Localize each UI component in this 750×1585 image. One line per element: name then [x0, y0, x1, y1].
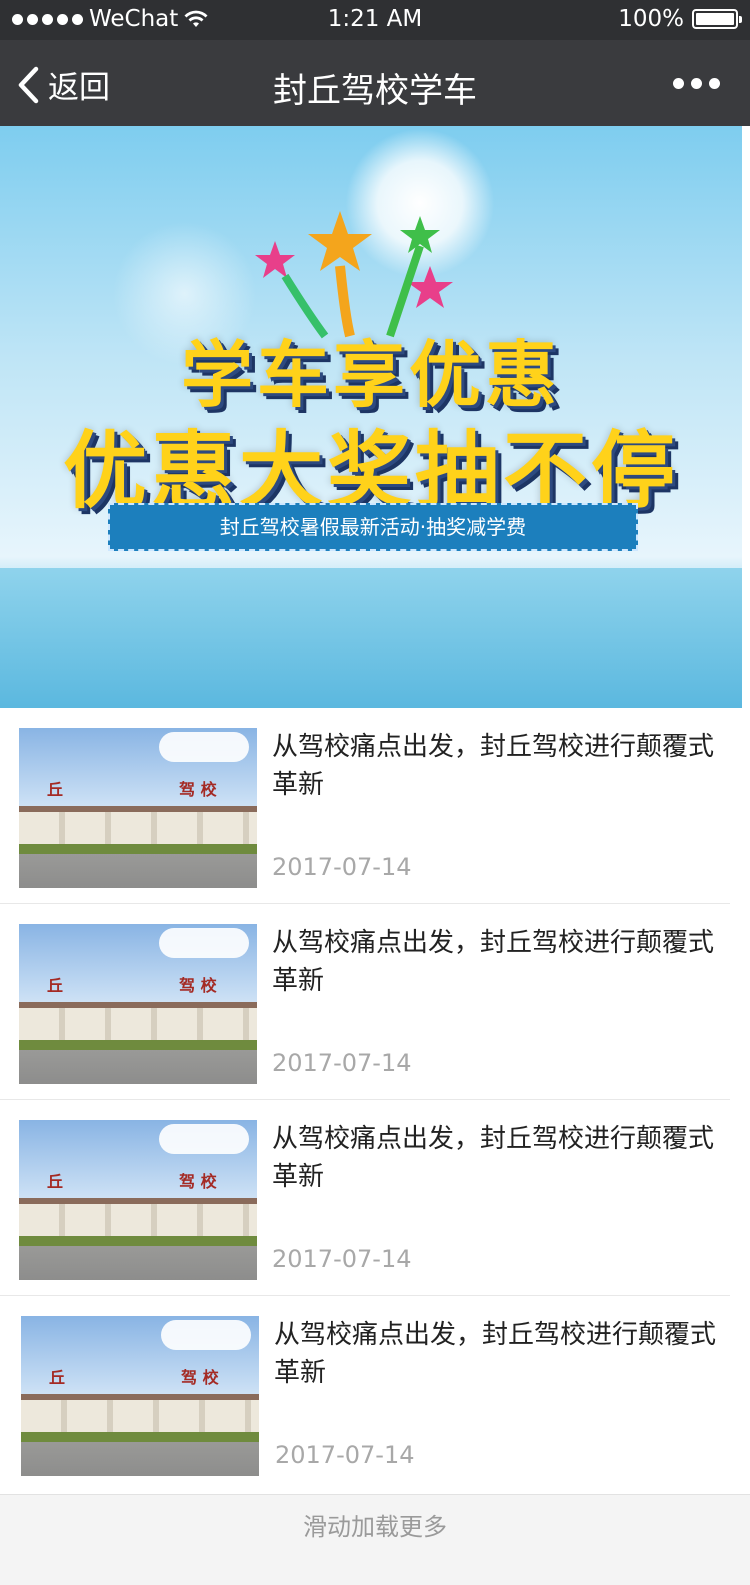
thumb-sign-left: 丘 — [47, 780, 64, 799]
article-date: 2017-07-14 — [275, 1441, 415, 1469]
article-title: 从驾校痛点出发，封丘驾校进行颠覆式革新 — [272, 732, 715, 800]
load-more-footer[interactable]: 滑动加载更多 — [0, 1494, 750, 1585]
article-item[interactable]: 丘 驾 校 从驾校痛点出发，封丘驾校进行颠覆式革新 2017-07-14 — [0, 708, 730, 904]
article-item[interactable]: 丘 驾 校 从驾校痛点出发，封丘驾校进行颠覆式革新 2017-07-14 — [0, 1296, 730, 1492]
article-list: 丘 驾 校 从驾校痛点出发，封丘驾校进行颠覆式革新 2017-07-14 丘 驾… — [0, 708, 730, 1492]
thumb-sign-left: 丘 — [49, 1368, 66, 1387]
battery-group: 100% — [618, 6, 742, 32]
thumb-sign-right: 驾 校 — [179, 976, 217, 995]
battery-percent: 100% — [618, 6, 684, 32]
thumb-sign-left: 丘 — [47, 1172, 64, 1191]
page-title: 封丘驾校学车 — [273, 71, 477, 111]
thumb-sign-right: 驾 校 — [179, 780, 217, 799]
article-date: 2017-07-14 — [272, 1049, 412, 1077]
article-thumbnail: 丘 驾 校 — [19, 1120, 257, 1280]
thumb-sign-left: 丘 — [47, 976, 64, 995]
article-date: 2017-07-14 — [272, 853, 412, 881]
navigation-bar: 返回 封丘驾校学车 — [0, 40, 750, 126]
article-item[interactable]: 丘 驾 校 从驾校痛点出发，封丘驾校进行颠覆式革新 2017-07-14 — [0, 1100, 730, 1296]
more-dot-icon — [673, 78, 684, 89]
article-thumbnail: 丘 驾 校 — [21, 1316, 259, 1476]
article-date: 2017-07-14 — [272, 1245, 412, 1273]
article-title: 从驾校痛点出发，封丘驾校进行颠覆式革新 — [272, 1124, 715, 1192]
banner-ribbon: 封丘驾校暑假最新活动·抽奖减学费 — [108, 503, 638, 551]
more-menu-button[interactable] — [673, 78, 720, 89]
article-thumbnail: 丘 驾 校 — [19, 924, 257, 1084]
more-dot-icon — [709, 78, 720, 89]
article-title: 从驾校痛点出发，封丘驾校进行颠覆式革新 — [272, 928, 715, 996]
more-dot-icon — [691, 78, 702, 89]
article-thumbnail: 丘 驾 校 — [19, 728, 257, 888]
sea-background — [0, 568, 742, 708]
battery-icon — [692, 9, 742, 29]
article-title: 从驾校痛点出发，封丘驾校进行颠覆式革新 — [274, 1320, 717, 1388]
status-bar: WeChat 1:21 AM 100% — [0, 0, 750, 40]
thumb-sign-right: 驾 校 — [179, 1172, 217, 1191]
article-item[interactable]: 丘 驾 校 从驾校痛点出发，封丘驾校进行颠覆式革新 2017-07-14 — [0, 904, 730, 1100]
thumb-sign-right: 驾 校 — [181, 1368, 219, 1387]
promo-banner[interactable]: 学车享优惠 优惠大奖抽不停 封丘驾校暑假最新活动·抽奖减学费 — [0, 126, 742, 708]
